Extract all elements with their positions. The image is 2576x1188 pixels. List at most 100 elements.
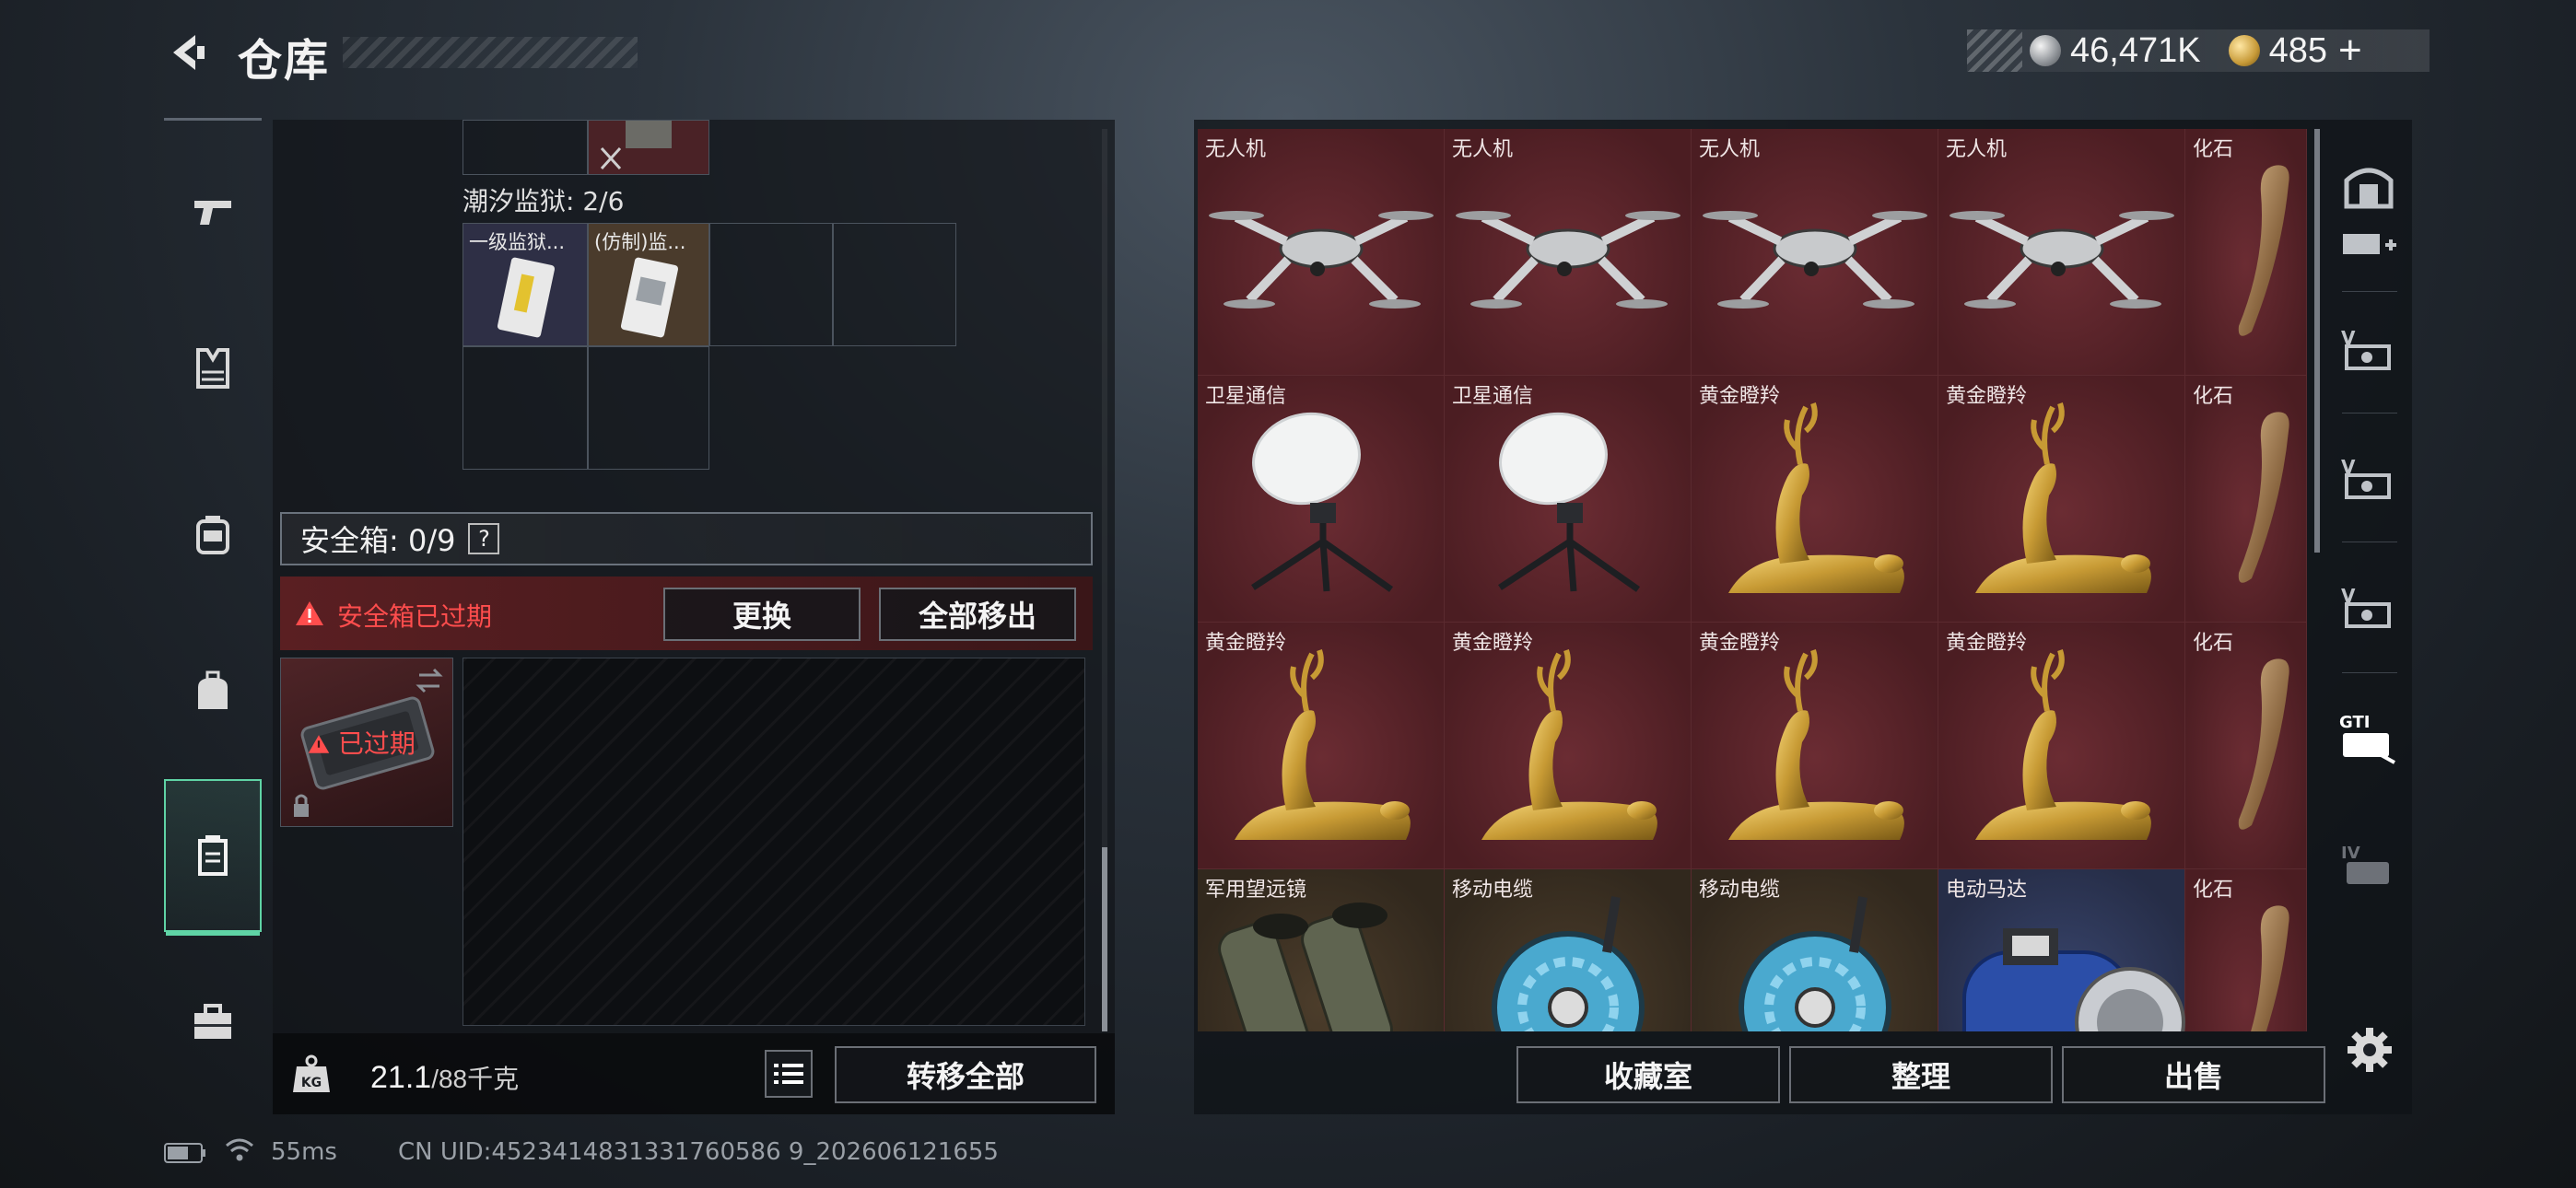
grid-cell[interactable] <box>833 223 956 346</box>
stash-item-gazelle[interactable]: 黄金瞪羚 <box>1198 623 1445 869</box>
stash-item-gazelle[interactable]: 黄金瞪羚 <box>1938 623 2185 869</box>
nav-safebox[interactable] <box>164 779 262 936</box>
grid-cell[interactable] <box>463 120 588 175</box>
stash-item-gazelle[interactable]: 黄金瞪羚 <box>1692 376 1938 623</box>
warning-icon <box>308 735 330 753</box>
stash-item-drone[interactable]: 无人机 <box>1692 129 1938 376</box>
item-name: 移动电缆 <box>1699 879 1781 902</box>
stash-item-dish[interactable]: 卫星通信 <box>1445 376 1692 623</box>
nav-pouch[interactable] <box>164 635 262 746</box>
v-card-icon: V <box>2341 327 2391 370</box>
filter-v-card-3[interactable]: V <box>2329 553 2408 663</box>
safebox-header: 安全箱: 0/9 ? <box>280 512 1093 565</box>
stash-item-gazelle[interactable]: 黄金瞪羚 <box>1445 623 1692 869</box>
nav-weapons[interactable] <box>164 157 262 267</box>
chest-rig-icon <box>196 516 229 554</box>
prison-item-slot[interactable]: 一级监狱... <box>463 223 588 346</box>
list-icon <box>774 1064 803 1084</box>
grid-cell[interactable] <box>588 346 709 470</box>
left-scrollbar-thumb[interactable] <box>1102 847 1107 1031</box>
nav-armor[interactable] <box>164 313 262 424</box>
weight-current: 21.1 <box>370 1060 432 1095</box>
item-name: 黄金瞪羚 <box>1699 385 1781 408</box>
collection-room-button[interactable]: 收藏室 <box>1516 1046 1780 1103</box>
stash-item-fossil[interactable]: 化石 <box>2185 623 2307 869</box>
golden-gazelle-icon <box>1235 649 1411 840</box>
stash-item-cable[interactable]: 移动电缆 <box>1692 869 1938 1031</box>
drone-icon <box>1456 211 1680 309</box>
weight-max: /88千克 <box>431 1065 520 1093</box>
iv-card-icon: IV <box>2341 844 2389 884</box>
vest-icon <box>196 348 229 389</box>
item-name: 军用望远镜 <box>1205 879 1307 902</box>
currency-decoration <box>1967 29 2022 72</box>
replace-button[interactable]: 更换 <box>663 588 861 641</box>
sort-button[interactable]: 整理 <box>1789 1046 2053 1103</box>
right-scrollbar-thumb[interactable] <box>2314 129 2320 553</box>
prison-item-slot[interactable]: (仿制)监... <box>588 223 709 346</box>
left-nav <box>164 120 262 1041</box>
back-arrow-icon[interactable] <box>164 29 210 76</box>
stash-item-fossil[interactable]: 化石 <box>2185 869 2307 1031</box>
page-title: 仓库 <box>238 35 331 87</box>
satellite-dish-icon <box>1498 412 1641 592</box>
stash-item-binoculars[interactable]: 军用望远镜 <box>1198 869 1445 1031</box>
player-uid: CN UID:4523414831331760586 9_20260612165… <box>398 1138 999 1166</box>
item-name: 化石 <box>2193 632 2234 655</box>
move-all-out-button[interactable]: 全部移出 <box>879 588 1076 641</box>
no-entry-icon <box>600 121 672 170</box>
item-name: 黄金瞪羚 <box>1205 632 1287 655</box>
stash-item-motor[interactable]: 电动马达 <box>1938 869 2185 1031</box>
add-gold-button[interactable]: + <box>2338 28 2362 74</box>
filter-add[interactable] <box>2329 217 2408 273</box>
warning-icon <box>296 601 323 625</box>
gold-amount: 485 <box>2268 30 2327 70</box>
silver-coin-icon <box>2030 35 2061 66</box>
list-view-button[interactable] <box>765 1050 813 1098</box>
battery-icon <box>164 1143 205 1163</box>
golden-gazelle-icon <box>1728 649 1904 840</box>
item-slot-partial[interactable] <box>588 120 709 175</box>
safebox-grid[interactable] <box>463 658 1085 1026</box>
grid-cell[interactable] <box>463 346 588 470</box>
title-decoration <box>343 37 638 68</box>
stash-item-cable[interactable]: 移动电缆 <box>1445 869 1692 1031</box>
sell-button[interactable]: 出售 <box>2062 1046 2325 1103</box>
filter-v-card-2[interactable]: V <box>2329 424 2408 534</box>
item-name: 无人机 <box>1946 138 2008 161</box>
safebox-capacity: 安全箱: 0/9 <box>300 523 456 558</box>
settings-gear-icon[interactable] <box>2346 1026 2394 1074</box>
item-name: 卫星通信 <box>1205 385 1287 408</box>
transfer-all-button[interactable]: 转移全部 <box>835 1046 1096 1103</box>
filter-iv-card[interactable]: IV <box>2329 810 2408 921</box>
filter-v-card-1[interactable]: V <box>2329 295 2408 405</box>
stash-item-drone[interactable]: 无人机 <box>1198 129 1445 376</box>
stash-item-fossil[interactable]: 化石 <box>2185 376 2307 623</box>
golden-gazelle-icon <box>1481 649 1657 840</box>
help-icon[interactable]: ? <box>468 523 500 554</box>
item-name: 黄金瞪羚 <box>1946 632 2028 655</box>
stash-item-fossil[interactable]: 化石 <box>2185 129 2307 376</box>
toolbox-icon <box>194 1004 231 1039</box>
svg-text:IV: IV <box>2341 844 2360 863</box>
satellite-dish-icon <box>1251 412 1394 592</box>
v-card-icon: V <box>2341 456 2391 499</box>
stash-item-drone[interactable]: 无人机 <box>1445 129 1692 376</box>
stash-item-drone[interactable]: 无人机 <box>1938 129 2185 376</box>
stash-item-grid: 无人机 无人机 无人机 无人机 化石 卫星通信 卫星通信 黄金瞪羚 黄金瞪羚 化… <box>1198 129 2307 1031</box>
fossil-claw-icon <box>2238 165 2289 336</box>
fossil-claw-icon <box>2238 658 2289 830</box>
grid-cell[interactable] <box>709 223 833 346</box>
nav-backpack[interactable] <box>164 479 262 589</box>
item-name: 无人机 <box>1699 138 1761 161</box>
item-name: 移动电缆 <box>1452 879 1534 902</box>
stash-item-gazelle[interactable]: 黄金瞪羚 <box>1938 376 2185 623</box>
prison-container-label: 潮汐监狱: 2/6 <box>463 186 625 216</box>
item-name: 黄金瞪羚 <box>1452 632 1534 655</box>
add-container-icon <box>2343 234 2396 254</box>
filter-gti-card[interactable]: GTI <box>2329 681 2408 792</box>
safebox-icon <box>198 835 228 876</box>
stash-item-gazelle[interactable]: 黄金瞪羚 <box>1692 623 1938 869</box>
stash-item-dish[interactable]: 卫星通信 <box>1198 376 1445 623</box>
nav-toolbox[interactable] <box>164 967 262 1077</box>
